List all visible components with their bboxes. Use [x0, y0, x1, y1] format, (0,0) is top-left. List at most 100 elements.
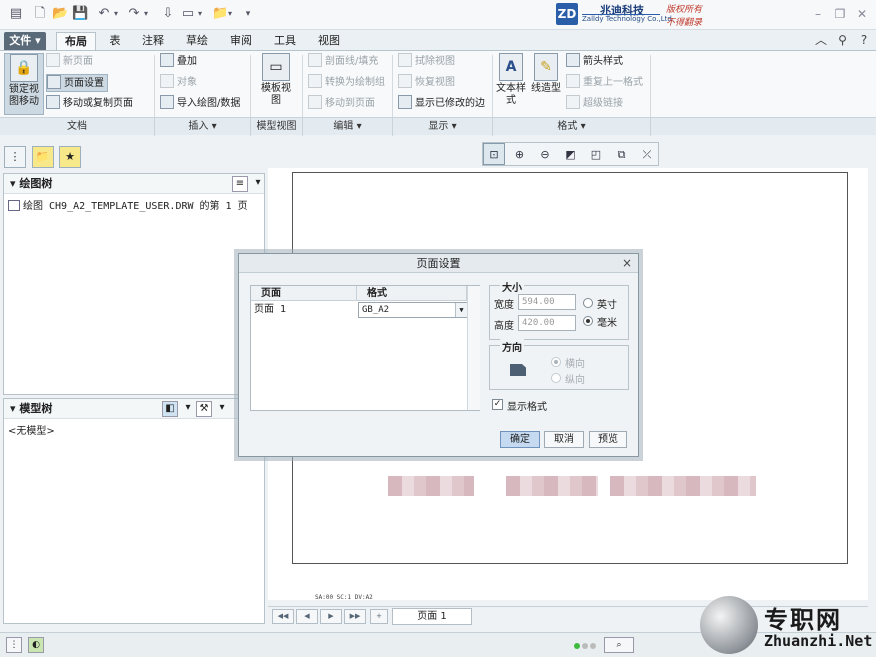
- move-to-page-button[interactable]: 移动到页面: [308, 95, 375, 113]
- unit-inch-radio[interactable]: [583, 298, 593, 308]
- erase-view-button[interactable]: 拭除视图: [398, 53, 455, 71]
- height-field[interactable]: 420.00: [518, 315, 576, 331]
- lock-view-movement-button[interactable]: 🔒 锁定视图移动: [4, 53, 44, 115]
- collapse-arrow-icon[interactable]: ▾: [10, 177, 19, 190]
- company-name-en: Zalldy Technology Co.,Ltd.: [582, 15, 675, 23]
- template-view-button[interactable]: ▭ 模板视图: [258, 53, 294, 115]
- navigator-toggle-icon[interactable]: ⋮: [6, 637, 22, 653]
- zoom-out-icon[interactable]: ⊖: [534, 144, 556, 166]
- dialog-title-bar[interactable]: 页面设置 ×: [239, 254, 638, 273]
- overlay-button[interactable]: 叠加: [160, 53, 197, 71]
- close-icon[interactable]: ✕: [854, 6, 870, 22]
- chevron-down-icon[interactable]: ▼: [455, 303, 467, 317]
- section-fill-button[interactable]: 剖面线/填充: [308, 53, 378, 71]
- windows-icon[interactable]: ▭: [180, 6, 196, 22]
- format-select[interactable]: GB_A2 ▼: [358, 302, 468, 318]
- regenerate-icon[interactable]: ⇩: [160, 6, 176, 22]
- customize-toolbar-icon[interactable]: ▾: [240, 6, 256, 22]
- page-tab-1[interactable]: 页面 1: [392, 608, 472, 625]
- tab-view[interactable]: 视图: [310, 32, 348, 50]
- tree-settings-dropdown-icon[interactable]: ▾: [250, 176, 266, 192]
- group-format[interactable]: 格式 ▾: [493, 118, 651, 136]
- close-icon[interactable]: ×: [622, 254, 632, 273]
- page-setup-button[interactable]: 页面设置: [46, 74, 108, 92]
- page-setup-dialog: 页面设置 × 页面 格式 页面 1 GB_A2 ▼ 大小 宽度 594.00 高…: [238, 253, 639, 457]
- favorites-icon[interactable]: ★: [59, 146, 81, 168]
- model-settings-dropdown-icon[interactable]: ▾: [214, 401, 230, 417]
- portrait-radio[interactable]: [551, 373, 561, 383]
- model-settings-icon[interactable]: ⚒: [196, 401, 212, 417]
- show-format-checkbox[interactable]: ✓: [492, 399, 503, 410]
- tab-tools[interactable]: 工具: [266, 32, 304, 50]
- unit-mm-radio[interactable]: [583, 316, 593, 326]
- save-icon[interactable]: 💾: [72, 6, 88, 22]
- group-edit[interactable]: 编辑 ▾: [303, 118, 393, 136]
- prev-page-button[interactable]: ◀: [296, 609, 318, 624]
- datum-display-icon[interactable]: ⤫: [636, 144, 658, 166]
- display-style-icon[interactable]: ◰: [585, 144, 607, 166]
- undo-icon[interactable]: ↶: [96, 6, 112, 22]
- restore-view-icon: [398, 74, 412, 88]
- text-style-button[interactable]: A 文本样式: [496, 53, 526, 115]
- repaint-icon[interactable]: ◩: [560, 144, 582, 166]
- folder-dropdown-icon[interactable]: ▾: [226, 6, 234, 22]
- cancel-button[interactable]: 取消: [544, 431, 584, 448]
- search-icon[interactable]: ⚲: [835, 32, 851, 48]
- width-field[interactable]: 594.00: [518, 294, 576, 310]
- new-file-icon[interactable]: 🗋: [32, 6, 48, 22]
- object-button[interactable]: 对象: [160, 74, 197, 92]
- tab-layout[interactable]: 布局: [56, 32, 96, 50]
- import-drawing-button[interactable]: 导入绘图/数据: [160, 95, 240, 113]
- tab-review[interactable]: 审阅: [222, 32, 260, 50]
- convert-to-drawing-group-button[interactable]: 转换为绘制组: [308, 74, 385, 92]
- new-page-tab-button[interactable]: +: [370, 609, 388, 624]
- undo-dropdown-icon[interactable]: ▾: [112, 6, 120, 22]
- new-page-button[interactable]: 新页面: [46, 53, 93, 71]
- redo-dropdown-icon[interactable]: ▾: [142, 6, 150, 22]
- zoom-in-icon[interactable]: ⊕: [509, 144, 531, 166]
- tree-navigator-icon[interactable]: ⋮: [4, 146, 26, 168]
- tab-file[interactable]: 文件 ▾: [4, 32, 46, 50]
- tab-annotate[interactable]: 注释: [134, 32, 172, 50]
- tab-sketch[interactable]: 草绘: [178, 32, 216, 50]
- group-insert[interactable]: 插入 ▾: [155, 118, 251, 136]
- help-icon[interactable]: ?: [856, 32, 872, 48]
- landscape-radio[interactable]: [551, 357, 561, 367]
- refit-icon[interactable]: ⊡: [483, 143, 505, 165]
- line-style-button[interactable]: ✎ 线造型: [530, 53, 562, 115]
- ribbon-separator: [492, 55, 493, 117]
- tree-item[interactable]: 绘图 CH9_A2_TEMPLATE_USER.DRW 的第 1 页: [4, 194, 264, 212]
- windows-dropdown-icon[interactable]: ▾: [196, 6, 204, 22]
- collapse-ribbon-icon[interactable]: ︿: [813, 32, 829, 48]
- last-page-button[interactable]: ▶▶: [344, 609, 366, 624]
- show-modified-edges-button[interactable]: 显示已修改的边: [398, 95, 485, 113]
- model-tree-header[interactable]: ▾ 模型树 ◧ ▾ ⚒ ▾: [4, 399, 264, 419]
- table-scrollbar[interactable]: [467, 286, 480, 410]
- tab-table[interactable]: 表: [100, 32, 130, 50]
- model-display-icon[interactable]: ◧: [162, 401, 178, 417]
- first-page-button[interactable]: ◀◀: [272, 609, 294, 624]
- restore-view-button[interactable]: 恢复视图: [398, 74, 455, 92]
- group-display[interactable]: 显示 ▾: [393, 118, 493, 136]
- repeat-last-format-button[interactable]: 重复上一格式: [566, 74, 643, 92]
- folder-browser-icon[interactable]: 📁: [31, 146, 54, 168]
- ok-button[interactable]: 确定: [500, 431, 540, 448]
- drawing-tree-header[interactable]: ▾ 绘图树 ≡ ▾: [4, 174, 264, 194]
- tree-settings-icon[interactable]: ≡: [232, 176, 248, 192]
- model-display-dropdown-icon[interactable]: ▾: [180, 401, 196, 417]
- preview-button[interactable]: 预览: [589, 431, 627, 448]
- move-copy-page-button[interactable]: 移动或复制页面: [46, 95, 133, 113]
- minimize-icon[interactable]: –: [810, 6, 826, 22]
- table-cell-page[interactable]: 页面 1: [251, 302, 357, 318]
- hyperlink-button[interactable]: 超级链接: [566, 95, 623, 113]
- collapse-arrow-icon[interactable]: ▾: [10, 402, 19, 415]
- browser-toggle-icon[interactable]: ◐: [28, 637, 44, 653]
- height-label: 高度: [494, 321, 514, 332]
- annotation-display-icon[interactable]: ⧉: [611, 144, 633, 166]
- open-folder-icon[interactable]: 📂: [52, 6, 68, 22]
- redo-icon[interactable]: ↷: [126, 6, 142, 22]
- next-page-button[interactable]: ▶: [320, 609, 342, 624]
- arrow-style-button[interactable]: 箭头样式: [566, 53, 623, 71]
- restore-icon[interactable]: ❐: [832, 6, 848, 22]
- find-icon[interactable]: ⌕: [604, 637, 634, 653]
